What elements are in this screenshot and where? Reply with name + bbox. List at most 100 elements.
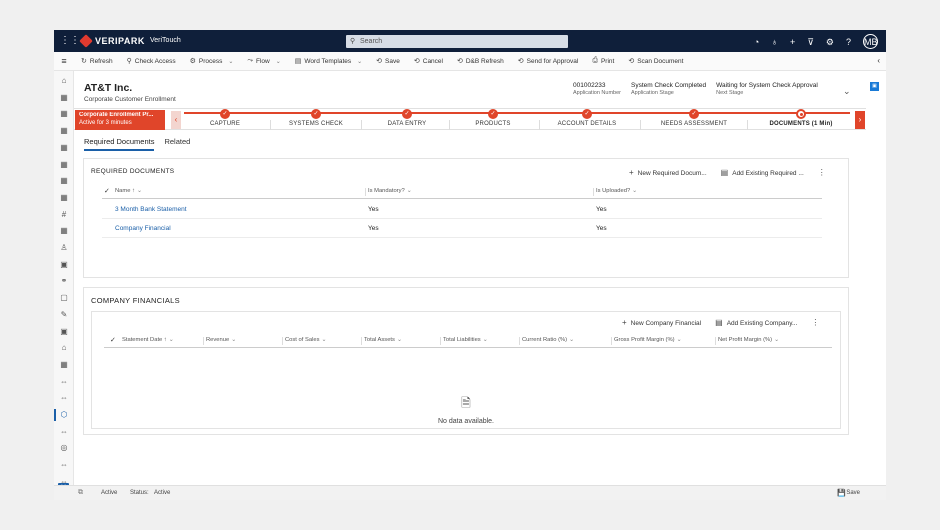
column-header-cost-of-sales[interactable]: Cost of Sales ⌄ <box>285 337 326 343</box>
new-company-financial-button[interactable]: + New Company Financial <box>622 318 701 327</box>
open-in-window-icon[interactable]: ⧉ <box>78 489 83 497</box>
bpf-stage[interactable]: ✓ NEEDS ASSESSMENT <box>639 109 749 131</box>
nav-hashtag-icon[interactable]: # <box>59 210 69 220</box>
nav-records-icon[interactable]: ▦ <box>59 360 69 370</box>
column-header-current-ratio[interactable]: Current Ratio (%) ⌄ <box>522 337 574 343</box>
column-header-revenue[interactable]: Revenue ⌄ <box>206 337 236 343</box>
chevron-down-icon[interactable]: ⌄ <box>276 58 281 65</box>
nav-edit-icon[interactable]: ✎ <box>59 310 69 320</box>
nav-accounts-icon[interactable]: ▦ <box>59 160 69 170</box>
plus-icon: + <box>622 318 627 327</box>
nav-home-icon[interactable]: ⌂ <box>59 76 69 86</box>
company-financials-subgrid: + New Company Financial ▤ Add Existing Com… <box>91 311 841 429</box>
nav-bank-icon[interactable]: ⌂ <box>59 343 69 353</box>
command-label: Word Templates <box>304 57 352 65</box>
column-header-name[interactable]: Name ↑ ⌄ <box>115 188 142 194</box>
nav-package-icon[interactable]: ⬡ <box>59 410 69 420</box>
column-header-total-assets[interactable]: Total Assets ⌄ <box>364 337 402 343</box>
search-placeholder: Search <box>360 38 383 45</box>
command-d-b-refresh[interactable]: ⟲ D&B Refresh <box>450 57 511 66</box>
command-check-access[interactable]: ⚲ Check Access <box>120 57 183 66</box>
tab-related[interactable]: Related <box>164 137 190 151</box>
nav-leads-icon[interactable]: ▦ <box>59 193 69 203</box>
record-title: AT&T Inc. <box>84 82 133 94</box>
document-icon: ▤ <box>715 318 723 327</box>
nav-network-icon[interactable]: ⚭ <box>59 276 69 286</box>
header-field-value: System Check Completed <box>631 82 707 89</box>
column-separator <box>611 337 612 345</box>
nav-contacts-icon[interactable]: ▦ <box>59 176 69 186</box>
command-process[interactable]: ⚙ Process ⌄ <box>183 57 241 66</box>
header-field-next-stage: Waiting for System Check Approval Next S… <box>716 82 818 96</box>
waffle-icon[interactable]: ⋮⋮ <box>60 36 80 46</box>
avatar[interactable]: MB <box>863 34 878 49</box>
save-icon[interactable]: 💾 <box>837 489 846 497</box>
more-options-icon[interactable]: ⋮ <box>818 168 826 177</box>
command-print[interactable]: ⎙ Print <box>585 57 621 65</box>
add-existing-required-button[interactable]: ▤ Add Existing Required ... <box>721 168 804 177</box>
assistant-icon[interactable]: ◔ <box>754 35 759 49</box>
chevron-down-icon[interactable]: ⌄ <box>228 58 233 65</box>
tab-required-documents[interactable]: Required Documents <box>84 137 155 151</box>
help-icon[interactable]: ? <box>846 35 851 49</box>
search-icon: ⚲ <box>350 38 356 45</box>
nav-activities-icon[interactable]: ▦ <box>59 143 69 153</box>
nav-pinned-icon[interactable]: ▦ <box>59 109 69 119</box>
bpf-stage[interactable]: DOCUMENTS (1 Min) <box>746 109 856 131</box>
settings-icon[interactable]: ⚙ <box>826 35 834 49</box>
app-name[interactable]: VeriTouch <box>150 37 181 44</box>
nav-target-icon[interactable]: ◎ <box>59 443 69 453</box>
nav-transfer-icon[interactable]: ⇔ <box>59 460 69 470</box>
bpf-stage[interactable]: ✓ ACCOUNT DETAILS <box>532 109 642 131</box>
bpf-active-process[interactable]: Corporate Enrollment Pr... Active for 3 … <box>75 110 165 130</box>
column-label: Current Ratio (%) <box>522 337 568 343</box>
status-save-button[interactable]: Save <box>846 490 860 496</box>
column-header-gross-profit-margin[interactable]: Gross Profit Margin (%) ⌄ <box>614 337 681 343</box>
table-row[interactable]: Company Financial Yes Yes <box>102 219 822 238</box>
checkmark-icon: ✓ <box>311 109 321 119</box>
chevron-down-icon[interactable]: ⌄ <box>843 86 851 97</box>
nav-enrollment-active-icon[interactable]: ⇔ <box>59 393 69 403</box>
nav-recent-icon[interactable]: ▦ <box>59 93 69 103</box>
filter-icon[interactable]: ⊽ <box>807 35 814 49</box>
command-save[interactable]: ⟲ Save <box>369 57 407 66</box>
more-options-icon[interactable]: ⋮ <box>811 318 819 327</box>
column-header-mandatory[interactable]: Is Mandatory? ⌄ <box>368 188 412 194</box>
nav-tasks-icon[interactable]: ▣ <box>59 327 69 337</box>
bpf-next-button[interactable]: › <box>855 111 865 129</box>
column-header-total-liabilities[interactable]: Total Liabilities ⌄ <box>443 337 488 343</box>
nav-transfer-icon[interactable]: ⇔ <box>59 427 69 437</box>
table-row[interactable]: 3 Month Bank Statement Yes Yes <box>102 200 822 219</box>
hamburger-icon[interactable]: ≡ <box>54 56 74 66</box>
chevron-down-icon[interactable]: ⌄ <box>357 58 362 65</box>
nav-user-icon[interactable]: ♙ <box>59 243 69 253</box>
document-name-link[interactable]: Company Financial <box>115 225 171 232</box>
add-existing-company-button[interactable]: ▤ Add Existing Company... <box>715 318 797 327</box>
command-cancel[interactable]: ⟲ Cancel <box>407 57 450 66</box>
new-required-document-button[interactable]: + New Required Docum... <box>629 168 707 177</box>
column-header-statement-date[interactable]: Statement Date ↑ ⌄ <box>122 337 174 343</box>
nav-reports-icon[interactable]: ▦ <box>59 226 69 236</box>
command-scan-document[interactable]: ⟲ Scan Document <box>621 57 690 66</box>
column-label: Total Liabilities <box>443 337 481 343</box>
command-send-for-approval[interactable]: ⟲ Send for Approval <box>511 57 586 66</box>
command-refresh[interactable]: ↻ Refresh <box>74 57 120 66</box>
collapse-icon[interactable]: ‹ <box>877 56 880 65</box>
column-header-uploaded[interactable]: Is Uploaded? ⌄ <box>596 188 637 194</box>
nav-enrollment-icon[interactable]: ⇔ <box>59 377 69 387</box>
select-all-checkbox[interactable]: ✓ <box>104 187 110 195</box>
document-name-link[interactable]: 3 Month Bank Statement <box>115 206 187 213</box>
plus-icon[interactable]: + <box>790 35 795 49</box>
side-pane-icon[interactable]: ▣ <box>870 82 879 91</box>
column-header-net-profit-margin[interactable]: Net Profit Margin (%) ⌄ <box>718 337 779 343</box>
select-all-checkbox[interactable]: ✓ <box>110 336 116 344</box>
chevron-down-icon: ⌄ <box>231 337 237 343</box>
nav-dashboard-icon[interactable]: ▦ <box>59 126 69 136</box>
command-label: Process <box>198 57 223 65</box>
lightbulb-icon[interactable]: ♁ <box>771 35 778 49</box>
command-word-templates[interactable]: ▤ Word Templates ⌄ <box>288 57 369 66</box>
nav-cases-icon[interactable]: ▣ <box>59 260 69 270</box>
command-flow[interactable]: ⤳ Flow ⌄ <box>240 57 287 65</box>
search-input[interactable]: ⚲ Search <box>346 35 568 48</box>
nav-forms-icon[interactable]: ▢ <box>59 293 69 303</box>
